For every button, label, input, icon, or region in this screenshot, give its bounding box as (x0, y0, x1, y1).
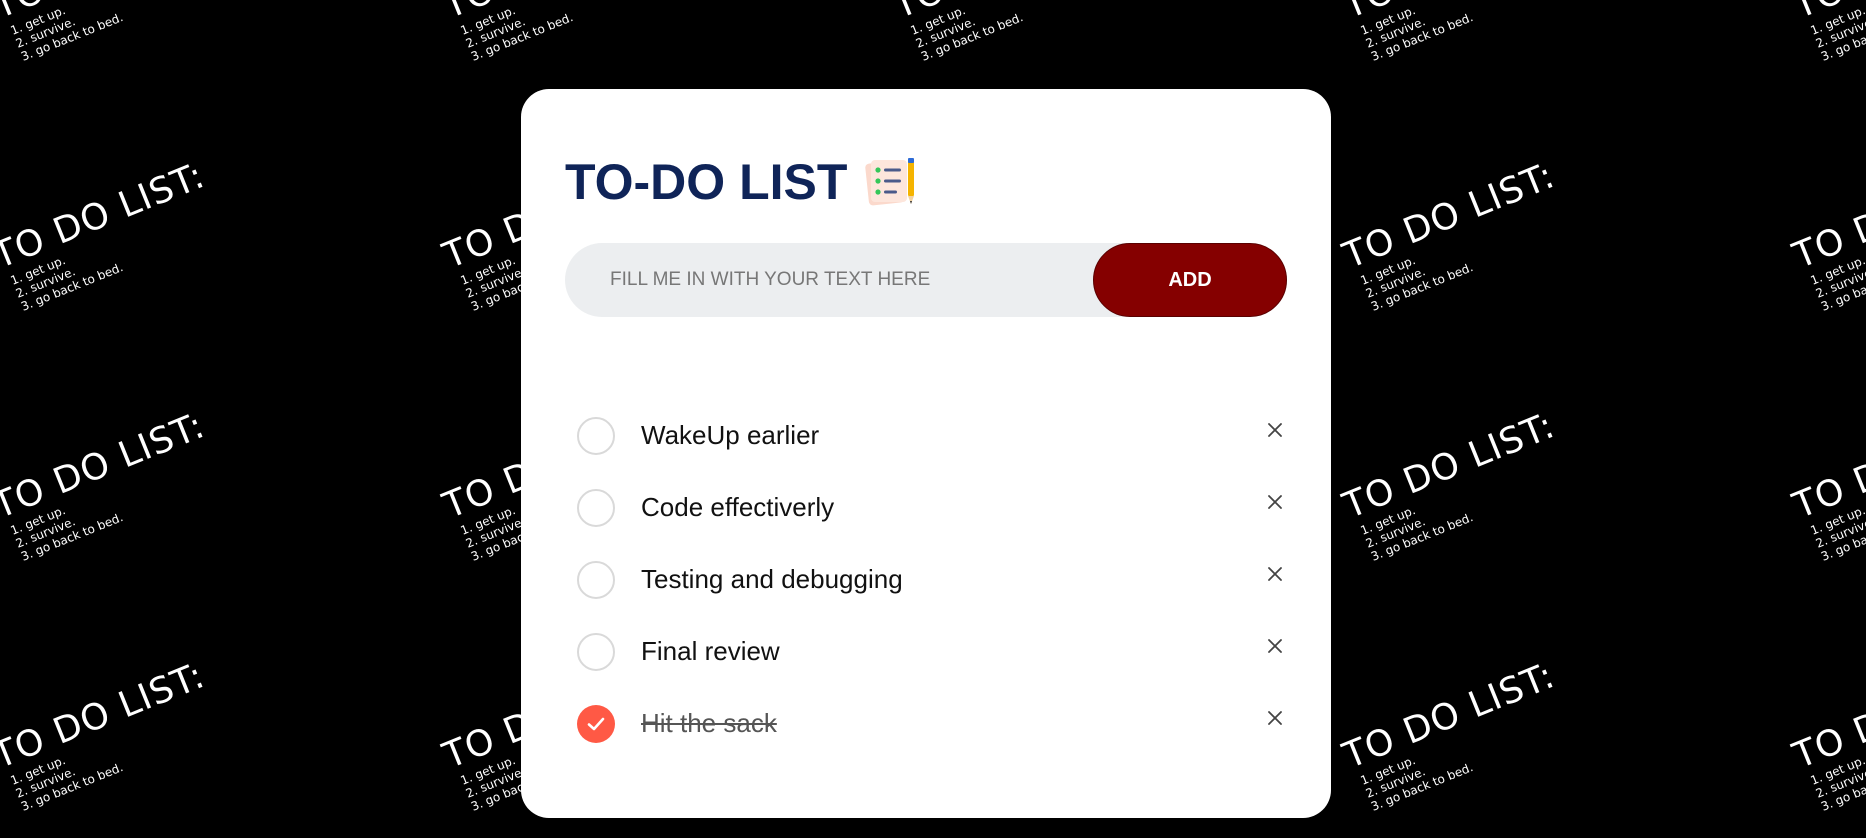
task-label: Hit the sack (641, 708, 777, 738)
title-row: TO-DO LIST (565, 153, 919, 211)
background-tile: TO DO LIST:1. get up.2. survive.3. go ba… (888, 0, 1126, 66)
task-item[interactable]: Hit the sack (577, 705, 1297, 799)
background-tile: TO DO LIST:1. get up.2. survive.3. go ba… (1338, 655, 1576, 816)
add-task-form: ADD (565, 243, 1287, 317)
background-tile: TO DO LIST:1. get up.2. survive.3. go ba… (0, 405, 226, 566)
background-tile: TO DO LIST:1. get up.2. survive.3. go ba… (0, 0, 226, 66)
background-tile: TO DO LIST:1. get up.2. survive.3. go ba… (1788, 405, 1866, 566)
close-icon[interactable] (1260, 559, 1290, 589)
task-label: WakeUp earlier (641, 420, 820, 450)
add-button[interactable]: ADD (1093, 243, 1287, 317)
close-icon[interactable] (1260, 415, 1290, 445)
checkmark-icon (587, 717, 605, 731)
notepad-pencil-icon (863, 156, 919, 208)
close-icon[interactable] (1260, 703, 1290, 733)
todo-card: TO-DO LIST ADD (521, 89, 1331, 818)
background-tile: TO DO LIST:1. get up.2. survive.3. go ba… (0, 655, 226, 816)
close-icon[interactable] (1260, 487, 1290, 517)
close-icon[interactable] (1260, 631, 1290, 661)
background-tile: TO DO LIST:1. get up.2. survive.3. go ba… (0, 155, 226, 316)
page-title: TO-DO LIST (565, 154, 848, 210)
background-tile: TO DO LIST:1. get up.2. survive.3. go ba… (1338, 0, 1576, 66)
background-tile: TO DO LIST:1. get up.2. survive.3. go ba… (1788, 655, 1866, 816)
task-label: Testing and debugging (641, 564, 903, 594)
task-checkbox[interactable] (577, 561, 615, 599)
task-label: Code effectiverly (641, 492, 835, 522)
background-tile: TO DO LIST:1. get up.2. survive.3. go ba… (1338, 155, 1576, 316)
task-label: Final review (641, 636, 780, 666)
background-tile: TO DO LIST:1. get up.2. survive.3. go ba… (1788, 155, 1866, 316)
task-checkbox[interactable] (577, 417, 615, 455)
background-tile: TO DO LIST:1. get up.2. survive.3. go ba… (438, 0, 676, 66)
task-list: WakeUp earlier Code effectiverly Testing… (577, 417, 1297, 799)
background-tile: TO DO LIST:1. get up.2. survive.3. go ba… (1338, 405, 1576, 566)
task-checkbox[interactable] (577, 489, 615, 527)
task-checkbox[interactable] (577, 633, 615, 671)
task-input[interactable] (610, 243, 1070, 317)
background-tile: TO DO LIST:1. get up.2. survive.3. go ba… (1788, 0, 1866, 66)
task-checkbox[interactable] (577, 705, 615, 743)
